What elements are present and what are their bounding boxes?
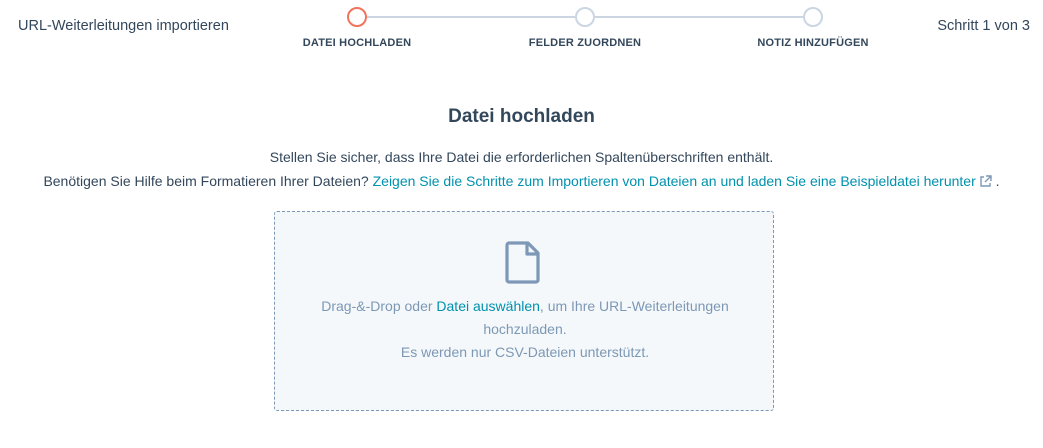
file-icon [505, 240, 541, 289]
dropzone-text-prefix: Drag-&-Drop oder [321, 298, 437, 314]
import-help-link[interactable]: Zeigen Sie die Schritte zum Importieren … [373, 173, 992, 189]
dropzone-text: Drag-&-Drop oder Datei auswählen, um Ihr… [305, 295, 745, 364]
step-3-label: NOTIZ HINZUFÜGEN [757, 37, 869, 49]
external-link-icon [979, 175, 992, 191]
step-1-label: DATEI HOCHLADEN [302, 37, 412, 49]
step-counter: Schritt 1 von 3 [937, 18, 1030, 34]
step-2-label: FELDER ZUORDNEN [528, 37, 642, 49]
choose-file-link[interactable]: Datei auswählen [436, 298, 540, 314]
instruction-text: Stellen Sie sicher, dass Ihre Datei die … [269, 149, 774, 165]
step-connector [367, 16, 575, 18]
section-heading: Datei hochladen [448, 106, 595, 127]
import-help-link-label: Zeigen Sie die Schritte zum Importieren … [372, 173, 976, 189]
step-3-indicator [803, 7, 823, 27]
file-dropzone[interactable]: Drag-&-Drop oder Datei auswählen, um Ihr… [274, 211, 774, 411]
step-2-indicator [575, 7, 595, 27]
step-connector [595, 16, 803, 18]
csv-only-note: Es werden nur CSV-Dateien unterstützt. [400, 344, 650, 360]
step-1-indicator [347, 7, 367, 27]
progress-stepper: DATEI HOCHLADEN FELDER ZUORDNEN NOTIZ HI… [0, 0, 1043, 60]
help-text-suffix: . [991, 173, 1000, 189]
help-text: Benötigen Sie Hilfe beim Formatieren Ihr… [0, 173, 1043, 191]
help-text-prefix: Benötigen Sie Hilfe beim Formatieren Ihr… [43, 173, 373, 189]
import-page: URL-Weiterleitungen importieren DATEI HO… [0, 0, 1043, 448]
